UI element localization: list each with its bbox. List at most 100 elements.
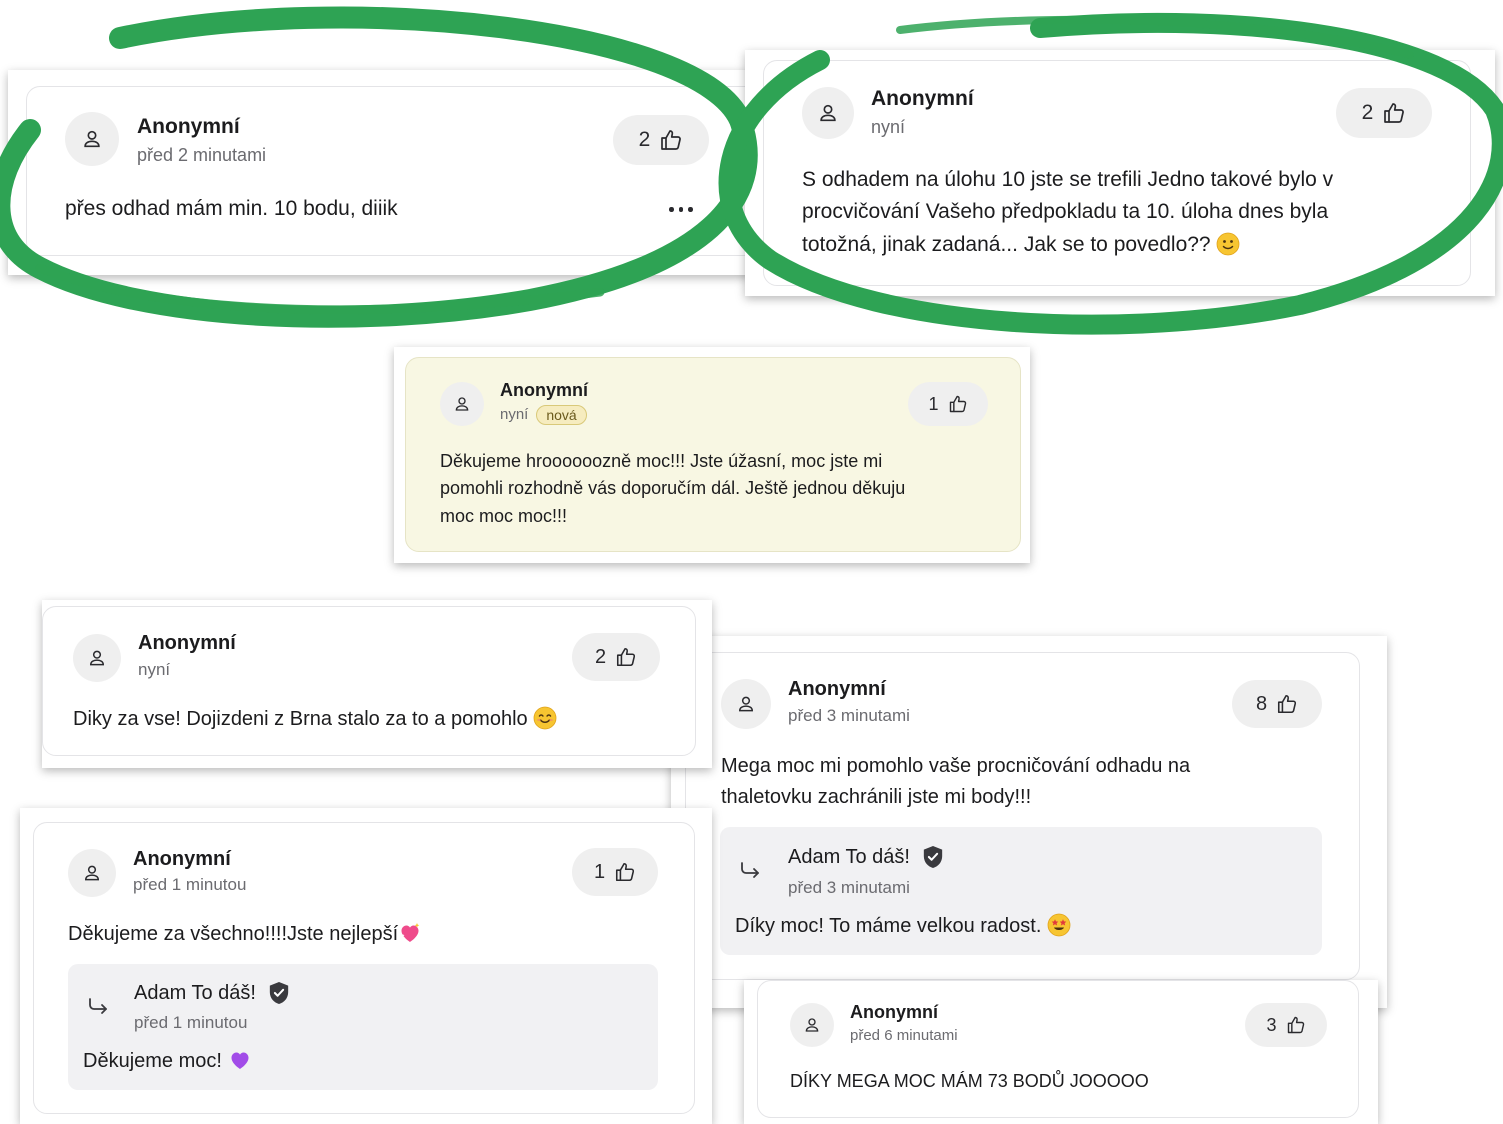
like-button[interactable]: 2	[613, 115, 709, 165]
comment-text-line-3: totožná, jinak zadaná... Jak se to poved…	[802, 233, 1211, 256]
comment-time: nyní nová	[500, 405, 587, 425]
verified-shield-icon	[923, 846, 943, 868]
comment-card: Anonymní nyní 2 S odhadem na úlohu 10 js…	[763, 60, 1471, 286]
user-icon	[820, 104, 836, 122]
reply-text: Díky moc! To máme velkou radost.	[735, 913, 1071, 938]
comment-screenshot-4: Anonymní nyní 2 Diky za vse! Dojizdeni z…	[42, 600, 712, 768]
user-icon	[738, 696, 754, 712]
smiling-face-icon	[533, 706, 557, 730]
comment-text-content: Děkujeme za všechno!!!!Jste nejlepší	[68, 923, 399, 945]
reply-author-name: Adam To dáš!	[788, 845, 910, 868]
comment-screenshot-3: Anonymní nyní nová 1 Děkujeme hroooooozně…	[394, 347, 1030, 563]
thumbs-up-icon	[1287, 1016, 1304, 1034]
avatar	[802, 87, 854, 139]
thumbs-up-icon	[1278, 694, 1297, 714]
comment-author: Anonymní	[137, 115, 240, 138]
comment-author: Anonymní	[871, 87, 974, 110]
comment-screenshot-6: Anonymní před 1 minutou 1 Děkujeme za vš…	[20, 808, 712, 1124]
comment-screenshot-5: Anonymní před 3 minutami 8 Mega moc mi p…	[671, 636, 1387, 1008]
comment-text-line: Děkujeme hroooooozně moc!!! Jste úžasní,…	[440, 451, 883, 471]
avatar	[721, 679, 771, 729]
like-count: 2	[1361, 101, 1374, 124]
reply-time: před 1 minutou	[134, 1013, 248, 1032]
like-count: 8	[1255, 692, 1268, 715]
like-button[interactable]: 2	[572, 633, 660, 681]
comment-time: nyní	[138, 660, 171, 679]
comment-time: před 6 minutami	[850, 1027, 958, 1044]
thumbs-up-icon	[617, 647, 636, 667]
like-count: 2	[638, 128, 651, 151]
user-icon	[84, 865, 100, 881]
like-count: 2	[594, 645, 607, 668]
avatar	[73, 634, 121, 682]
comment-card: Anonymní nyní 2 Diky za vse! Dojizdeni z…	[42, 606, 696, 756]
comment-author: Anonymní	[850, 1002, 938, 1022]
comment-text: Děkujeme za všechno!!!!Jste nejlepší	[68, 921, 422, 946]
reply-box: Adam To dáš! před 1 minutou Děkujeme moc…	[68, 964, 658, 1090]
comment-screenshot-2: Anonymní nyní 2 S odhadem na úlohu 10 js…	[745, 50, 1495, 296]
reply-text: Děkujeme moc!	[83, 1048, 252, 1073]
comment-card: Anonymní nyní nová 1 Děkujeme hroooooozně…	[405, 357, 1021, 552]
reply-text-content: Děkujeme moc!	[83, 1050, 222, 1072]
comment-time: před 2 minutami	[137, 145, 267, 165]
reply-arrow-icon	[89, 998, 107, 1014]
comment-author: Anonymní	[138, 632, 236, 654]
comment-text-line: moc moc moc!!!	[440, 506, 568, 526]
user-icon	[455, 397, 469, 411]
thumbs-up-icon	[949, 395, 966, 413]
comment-text-content: Diky za vse! Dojizdeni z Brna stalo za t…	[73, 708, 528, 730]
comment-card: Anonymní před 6 minutami 3 DÍKY MEGA MOC…	[757, 980, 1359, 1118]
comment-text-line: Mega moc mi pomohlo vaše procničování od…	[721, 755, 1191, 777]
slightly-smiling-face-icon	[1217, 232, 1240, 256]
reply-author-name: Adam To dáš!	[134, 981, 256, 1004]
like-button[interactable]: 3	[1245, 1003, 1327, 1047]
comment-text: DÍKY MEGA MOC MÁM 73 BODŮ JOOOOO	[790, 1071, 1149, 1091]
reply-arrow-icon	[741, 862, 759, 878]
user-icon	[84, 130, 100, 148]
new-badge: nová	[536, 405, 587, 425]
comment-text-line: procvičování Vašeho předpokladu ta 10. ú…	[802, 200, 1329, 223]
star-struck-icon	[1047, 913, 1071, 937]
avatar	[440, 382, 484, 426]
like-count: 3	[1266, 1014, 1277, 1035]
reply-box: Adam To dáš! před 3 minutami Díky moc! T…	[720, 827, 1322, 955]
comment-card: Anonymní před 1 minutou 1 Děkujeme za vš…	[33, 822, 695, 1114]
comment-text-line: pomohli rozhodně vás doporučím dál. Ješt…	[440, 478, 906, 498]
comment-text: Diky za vse! Dojizdeni z Brna stalo za t…	[73, 706, 557, 731]
comment-screenshot-7: Anonymní před 6 minutami 3 DÍKY MEGA MOC…	[744, 980, 1378, 1124]
like-count: 1	[928, 393, 939, 414]
thumbs-up-icon	[1384, 103, 1405, 123]
comment-author: Anonymní	[133, 848, 231, 870]
more-icon[interactable]	[669, 207, 693, 212]
sparkling-heart-icon	[401, 923, 420, 942]
like-count: 1	[593, 860, 606, 883]
avatar	[65, 112, 119, 166]
thumbs-up-icon	[661, 130, 682, 150]
like-button[interactable]: 2	[1336, 88, 1432, 138]
comment-author: Anonymní	[788, 678, 886, 700]
comment-time: nyní	[871, 117, 906, 137]
comment-text-line: totožná, jinak zadaná... Jak se to poved…	[802, 232, 1240, 257]
comment-author: Anonymní	[500, 380, 588, 400]
verified-shield-icon	[269, 982, 289, 1004]
purple-heart-icon	[231, 1052, 248, 1069]
like-button[interactable]: 8	[1232, 680, 1322, 728]
avatar	[68, 849, 116, 897]
avatar	[790, 1003, 834, 1047]
like-button[interactable]: 1	[908, 382, 988, 426]
comment-text-line: S odhadem na úlohu 10 jste se trefili Je…	[802, 168, 1334, 191]
comment-text-line: thaletovku zachránili jste mi body!!!	[721, 786, 1032, 808]
user-icon	[89, 650, 105, 666]
reply-author: Adam To dáš!	[134, 981, 290, 1005]
reply-author: Adam To dáš!	[788, 845, 944, 869]
user-icon	[805, 1018, 819, 1032]
comment-text: přes odhad mám min. 10 bodu, diiik	[65, 197, 398, 220]
comment-card: Anonymní před 2 minutami 2 přes odhad má…	[26, 86, 753, 256]
thumbs-up-icon	[616, 862, 635, 882]
comment-screenshot-1: Anonymní před 2 minutami 2 přes odhad má…	[8, 70, 753, 275]
like-button[interactable]: 1	[572, 848, 658, 896]
reply-text-content: Díky moc! To máme velkou radost.	[735, 915, 1042, 937]
reply-time: před 3 minutami	[788, 878, 910, 897]
comment-time-text: nyní	[500, 405, 529, 423]
comment-time: před 1 minutou	[133, 875, 247, 894]
